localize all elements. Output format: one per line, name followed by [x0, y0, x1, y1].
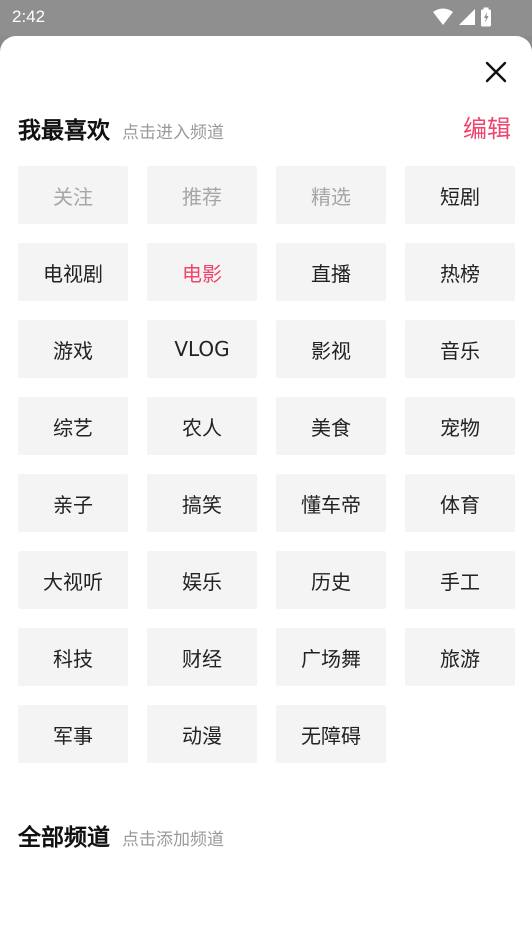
channel-chip[interactable]: VLOG [147, 320, 257, 378]
channel-chip[interactable]: 大视听 [18, 551, 128, 609]
channel-chip[interactable]: 农人 [147, 397, 257, 455]
channel-chip[interactable]: 精选 [276, 166, 386, 224]
channel-chip[interactable]: 旅游 [405, 628, 515, 686]
close-button[interactable] [482, 58, 510, 86]
channel-chip[interactable]: 历史 [276, 551, 386, 609]
edit-button[interactable]: 编辑 [463, 109, 511, 144]
channel-chip[interactable]: 科技 [18, 628, 128, 686]
channel-chip[interactable]: 音乐 [405, 320, 515, 378]
favorites-header: 我最喜欢 点击进入频道 [18, 111, 224, 145]
channel-chip[interactable]: 懂车帝 [276, 474, 386, 532]
battery-icon [481, 7, 491, 27]
channel-chip[interactable]: 推荐 [147, 166, 257, 224]
wifi-icon [433, 8, 453, 25]
status-bar: 2:42 [0, 0, 532, 36]
channel-chip[interactable]: 搞笑 [147, 474, 257, 532]
favorites-hint: 点击进入频道 [122, 123, 224, 143]
favorites-title: 我最喜欢 [18, 118, 110, 144]
channel-chip[interactable]: 美食 [276, 397, 386, 455]
channel-chip[interactable]: 财经 [147, 628, 257, 686]
channel-chip[interactable]: 热榜 [405, 243, 515, 301]
channel-chip[interactable]: 动漫 [147, 705, 257, 763]
channel-chip[interactable]: 娱乐 [147, 551, 257, 609]
channel-chip[interactable]: 直播 [276, 243, 386, 301]
channel-chip[interactable]: 电影 [147, 243, 257, 301]
channel-chip[interactable]: 体育 [405, 474, 515, 532]
close-icon [485, 61, 507, 83]
channel-chip[interactable]: 无障碍 [276, 705, 386, 763]
channel-sheet: 我最喜欢 点击进入频道 编辑 关注 推荐 精选 短剧电视剧 电影 直播 热榜游戏 VLOG 影视… [0, 36, 532, 946]
channel-chip[interactable]: 亲子 [18, 474, 128, 532]
status-time: 2:42 [12, 7, 46, 26]
channel-chip[interactable]: 手工 [405, 551, 515, 609]
channel-chip[interactable]: 游戏 [18, 320, 128, 378]
channel-chip[interactable]: 宠物 [405, 397, 515, 455]
channel-chip[interactable]: 电视剧 [18, 243, 128, 301]
signal-icon [459, 9, 475, 25]
channel-chip[interactable]: 短剧 [405, 166, 515, 224]
channel-chip[interactable]: 广场舞 [276, 628, 386, 686]
channel-chip[interactable]: 综艺 [18, 397, 128, 455]
status-icons [432, 7, 492, 27]
all-channels-title: 全部频道 [18, 825, 110, 851]
all-channels-header: 全部频道 点击添加频道 [18, 818, 224, 852]
channel-chip[interactable]: 军事 [18, 705, 128, 763]
channel-chip[interactable]: 影视 [276, 320, 386, 378]
channel-chip[interactable]: 关注 [18, 166, 128, 224]
all-channels-hint: 点击添加频道 [122, 830, 224, 850]
